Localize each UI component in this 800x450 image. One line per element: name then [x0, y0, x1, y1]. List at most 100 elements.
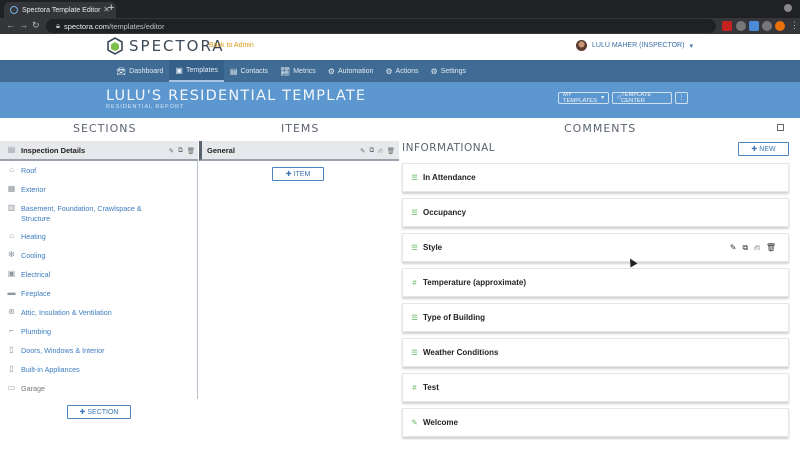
- comment-card-type-of-building[interactable]: ☰ Type of Building: [402, 303, 789, 332]
- browser-tab-title: Spectora Template Editor: [22, 6, 101, 14]
- template-title: LULU'S RESIDENTIAL TEMPLATE: [106, 88, 367, 104]
- section-item-attic[interactable]: ⊛ Attic, Insulation & Ventilation: [7, 308, 112, 318]
- section-label: Plumbing: [21, 327, 51, 336]
- section-item-basement[interactable]: ▥ Basement, Foundation, Crawlspace & Stru…: [7, 204, 157, 224]
- comment-card-occupancy[interactable]: ☰ Occupancy: [402, 198, 789, 227]
- list-icon: ☰: [411, 173, 418, 182]
- nav-settings[interactable]: ⚙ Settings: [425, 60, 472, 82]
- plus-icon: ✚: [751, 146, 758, 153]
- sections-heading: SECTIONS: [73, 122, 137, 135]
- back-arrow-icon[interactable]: ←: [6, 20, 15, 30]
- heating-icon: ⌂: [9, 231, 14, 240]
- comment-card-weather[interactable]: ☰ Weather Conditions: [402, 338, 789, 367]
- clipboard-icon: ▤: [7, 145, 16, 154]
- electrical-panel-icon: ▣: [7, 269, 16, 278]
- plus-icon: ✚: [285, 171, 292, 178]
- nav-actions[interactable]: ⚙ Actions: [379, 60, 424, 82]
- profile-avatar-icon[interactable]: [775, 21, 785, 31]
- nav-label: Automation: [337, 67, 374, 75]
- more-options-button[interactable]: ⋮: [675, 92, 688, 104]
- reload-icon[interactable]: ↻: [32, 20, 40, 31]
- new-tab-icon[interactable]: +: [108, 2, 114, 14]
- comment-card-test[interactable]: # Test: [402, 373, 789, 402]
- item-selected[interactable]: General ✎ ⧉ ⛙ 🗑︎: [199, 141, 399, 161]
- section-item-fireplace[interactable]: ▬ Fireplace: [7, 289, 51, 299]
- extension-red-icon[interactable]: [722, 21, 732, 31]
- section-item-heating[interactable]: ⌂ Heating: [7, 231, 46, 242]
- lock-icon: 🔒︎: [56, 21, 60, 30]
- settings-square-icon[interactable]: [777, 124, 784, 131]
- extensions-puzzle-icon[interactable]: [762, 21, 772, 31]
- sitemap-icon[interactable]: ⛙: [754, 243, 760, 253]
- edit-icon[interactable]: ✎: [730, 243, 737, 253]
- edit-icon[interactable]: ✎: [360, 147, 365, 156]
- add-item-button[interactable]: ✚ ITEM: [272, 167, 324, 181]
- back-to-admin-link[interactable]: Back to Admin: [209, 42, 254, 49]
- forward-arrow-icon[interactable]: →: [19, 20, 28, 30]
- nav-metrics[interactable]: 📈︎ Metrics: [274, 60, 322, 82]
- section-item-roof[interactable]: ⌂ Roof: [7, 166, 37, 176]
- section-label: Fireplace: [21, 289, 51, 298]
- comment-card-welcome[interactable]: ✎ Welcome: [402, 408, 789, 437]
- comment-card-temperature[interactable]: # Temperature (approximate): [402, 268, 789, 297]
- nav-label: Templates: [185, 66, 218, 74]
- nav-dashboard[interactable]: 🚘︎ Dashboard: [110, 60, 169, 82]
- browser-menu-icon[interactable]: ⋮: [790, 20, 799, 31]
- duplicate-icon[interactable]: ⧉: [370, 147, 375, 156]
- nav-label: Metrics: [293, 67, 316, 75]
- comment-title: Weather Conditions: [423, 348, 499, 357]
- section-label: Built-in Appliances: [21, 365, 80, 374]
- delete-icon[interactable]: 🗑︎: [187, 147, 195, 155]
- address-bar[interactable]: 🔒︎ spectora.com/templates/editor: [46, 19, 716, 33]
- add-section-button[interactable]: ✚ SECTION: [67, 405, 131, 419]
- nav-automation[interactable]: ⚙ Automation: [322, 60, 380, 82]
- spectora-logo[interactable]: SPECTORA: [107, 37, 225, 55]
- duplicate-icon[interactable]: ⧉: [743, 243, 749, 253]
- user-menu[interactable]: LULU MAHER (INSPECTOR) ▾: [576, 40, 693, 51]
- my-templates-button[interactable]: MY TEMPLATES ▾: [558, 92, 609, 104]
- nav-label: Settings: [440, 67, 466, 75]
- extension-gray-icon[interactable]: [736, 21, 746, 31]
- comment-title: Type of Building: [423, 313, 486, 322]
- section-item-garage[interactable]: ▭ Garage: [7, 384, 45, 394]
- section-label: Electrical: [21, 270, 51, 279]
- fan-icon: ✻: [8, 250, 15, 259]
- section-selected-label: Inspection Details: [21, 145, 86, 155]
- pipe-icon: ⌐: [9, 326, 14, 335]
- delete-icon[interactable]: 🗑︎: [766, 243, 776, 253]
- section-label: Heating: [21, 232, 46, 241]
- nav-contacts[interactable]: ▤ Contacts: [224, 60, 274, 82]
- section-item-electrical[interactable]: ▣ Electrical: [7, 269, 51, 280]
- template-center-label: TEMPLATE CENTER: [621, 92, 652, 104]
- section-item-doors[interactable]: ▯ Doors, Windows & Interior: [7, 346, 104, 356]
- section-item-exterior[interactable]: ▦ Exterior: [7, 185, 46, 195]
- section-item-cooling[interactable]: ✻ Cooling: [7, 250, 45, 261]
- url-path: /templates/editor: [109, 21, 165, 31]
- items-heading: ITEMS: [281, 122, 320, 135]
- sitemap-icon[interactable]: ⛙: [378, 147, 383, 156]
- template-center-button[interactable]: ⛙ TEMPLATE CENTER: [612, 92, 672, 104]
- section-tools: ✎ ⧉ 🗑︎: [169, 147, 195, 155]
- new-comment-button[interactable]: ✚ NEW: [738, 142, 789, 156]
- browser-tab[interactable]: Spectora Template Editor ✕: [4, 2, 116, 18]
- section-item-plumbing[interactable]: ⌐ Plumbing: [7, 326, 51, 337]
- extension-blue-icon[interactable]: [749, 21, 759, 31]
- list-icon: ☰: [411, 348, 418, 357]
- section-item-appliances[interactable]: ▯ Built-in Appliances: [7, 365, 80, 375]
- section-selected[interactable]: ▤ Inspection Details ✎ ⧉ 🗑︎: [0, 141, 198, 161]
- delete-icon[interactable]: 🗑︎: [387, 147, 395, 156]
- duplicate-icon[interactable]: ⧉: [178, 147, 183, 155]
- window-control-icon[interactable]: [784, 4, 792, 12]
- comment-title: In Attendance: [423, 173, 476, 182]
- comments-category-title: INFORMATIONAL: [402, 142, 496, 154]
- comment-card-style[interactable]: ☰ Style ✎ ⧉ ⛙ 🗑︎: [402, 233, 789, 262]
- edit-icon[interactable]: ✎: [169, 147, 174, 155]
- comment-tools: ✎ ⧉ ⛙ 🗑︎: [730, 243, 776, 253]
- edit-icon: ✎: [411, 418, 418, 427]
- nav-templates[interactable]: ▣ Templates: [169, 60, 224, 82]
- comment-card-in-attendance[interactable]: ☰ In Attendance: [402, 163, 789, 192]
- templates-icon: ▣: [175, 65, 183, 75]
- comment-title: Welcome: [423, 418, 458, 427]
- section-label: Roof: [21, 166, 37, 175]
- comment-title: Temperature (approximate): [423, 278, 526, 287]
